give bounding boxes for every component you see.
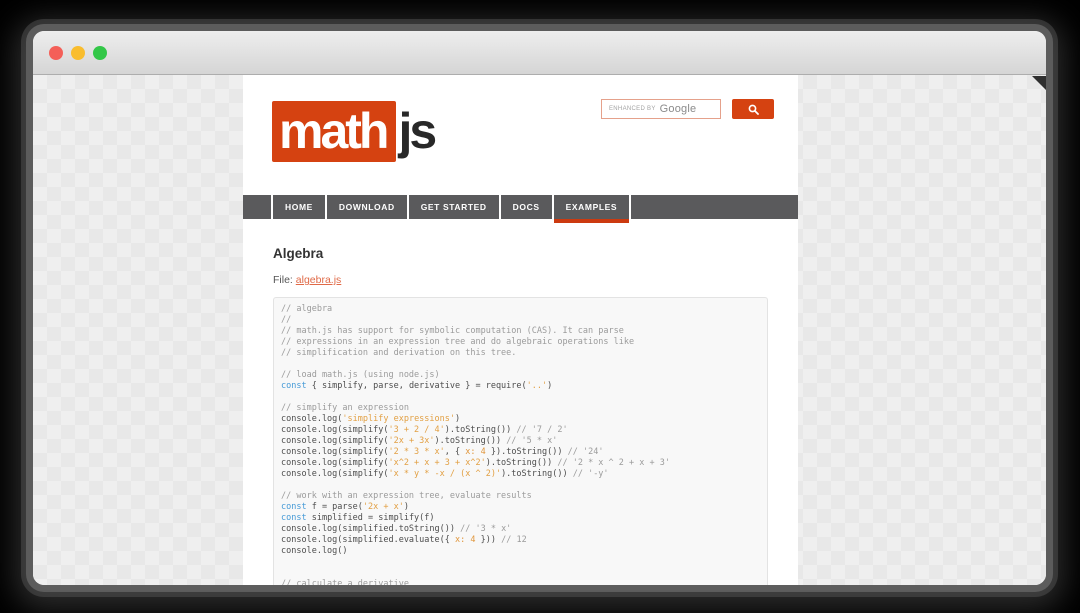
code-line: // simplification and derivation on this… — [281, 348, 517, 358]
code-line: // simplify an expression — [281, 403, 409, 413]
traffic-lights — [49, 45, 115, 60]
code-line: console.log(simplify('x * y * -x / (x ^ … — [281, 469, 609, 479]
code-line: console.log(simplified.toString()) // '3… — [281, 524, 512, 534]
code-line: // math.js has support for symbolic comp… — [281, 326, 624, 336]
code-line: console.log(simplified.evaluate({ x: 4 }… — [281, 535, 527, 545]
code-line: const { simplify, parse, derivative } = … — [281, 381, 553, 391]
traffic-light-zoom-button[interactable] — [93, 45, 107, 60]
search-watermark-prefix: ENHANCED BY — [609, 106, 656, 112]
search-icon — [748, 104, 759, 115]
main-nav: HOME DOWNLOAD GET STARTED DOCS EXAMPLES — [243, 195, 798, 223]
nav-filler — [631, 195, 798, 219]
file-line: File: algebra.js — [273, 274, 768, 286]
code-line: console.log('simplify expressions') — [281, 414, 461, 424]
site-header: math js ENHANCED BY Google — [243, 75, 798, 195]
search-button[interactable] — [732, 99, 774, 119]
logo-math-box: math — [272, 101, 397, 162]
code-line: const f = parse('2x + x') — [281, 502, 409, 512]
nav-item-get-started[interactable]: GET STARTED — [408, 195, 499, 219]
code-line: console.log(simplify('2x + 3x').toString… — [281, 436, 558, 446]
main-content: Algebra File: algebra.js // algebra//// … — [243, 246, 798, 585]
code-line: // load math.js (using node.js) — [281, 370, 440, 380]
mathjs-logo[interactable]: math js — [272, 101, 437, 162]
traffic-light-minimize-button[interactable] — [71, 45, 85, 60]
page-column: math js ENHANCED BY Google HOME DOWNLOAD… — [243, 75, 798, 585]
traffic-light-close-button[interactable] — [49, 45, 63, 60]
code-line: console.log(simplify('x^2 + x + 3 + x^2'… — [281, 458, 670, 468]
nav-item-examples[interactable]: EXAMPLES — [553, 195, 630, 223]
search-input[interactable]: ENHANCED BY Google — [601, 99, 721, 119]
browser-titlebar[interactable] — [33, 31, 1046, 75]
code-line: console.log(simplify('2 * 3 * x', { x: 4… — [281, 447, 604, 457]
code-line: console.log(simplify('3 + 2 / 4').toStri… — [281, 425, 568, 435]
browser-content: math js ENHANCED BY Google HOME DOWNLOAD… — [33, 75, 1046, 585]
nav-spacer — [243, 195, 271, 219]
code-line: // calculate a derivative — [281, 579, 409, 585]
site-search: ENHANCED BY Google — [601, 99, 774, 119]
page-title: Algebra — [273, 246, 324, 261]
code-block: // algebra//// math.js has support for s… — [273, 297, 768, 585]
code-line: // — [281, 315, 292, 325]
code-line: // work with an expression tree, evaluat… — [281, 491, 532, 501]
code-line: console.log() — [281, 546, 348, 556]
file-label: File: — [273, 274, 293, 286]
nav-item-docs[interactable]: DOCS — [500, 195, 552, 219]
code-line: // expressions in an expression tree and… — [281, 337, 635, 347]
nav-item-download[interactable]: DOWNLOAD — [326, 195, 407, 219]
browser-window: math js ENHANCED BY Google HOME DOWNLOAD… — [33, 31, 1046, 585]
logo-js-text: js — [398, 103, 437, 159]
code-line: // algebra — [281, 304, 333, 314]
search-watermark-brand: Google — [659, 103, 697, 115]
code-line: const simplified = simplify(f) — [281, 513, 435, 523]
nav-item-home[interactable]: HOME — [273, 195, 325, 219]
github-ribbon-corner-icon[interactable] — [1032, 76, 1046, 90]
file-link[interactable]: algebra.js — [296, 274, 342, 286]
